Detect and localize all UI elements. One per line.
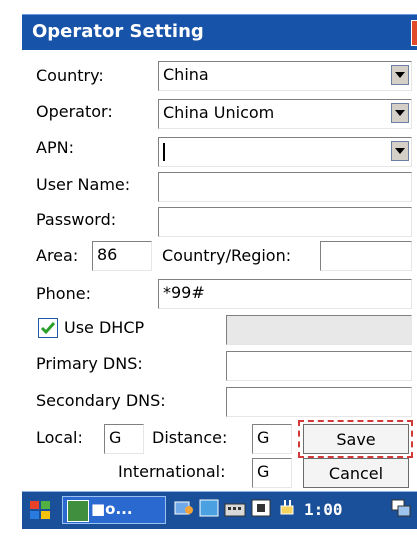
distance-input[interactable]: G: [252, 424, 292, 454]
start-button[interactable]: [26, 496, 56, 524]
use-dhcp-checkbox[interactable]: [38, 318, 58, 338]
operator-label: Operator:: [36, 102, 113, 121]
username-label: User Name:: [36, 175, 131, 194]
primary-dns-input[interactable]: [226, 351, 412, 381]
app-icon: [67, 500, 89, 522]
connection-icon[interactable]: [198, 496, 220, 524]
chevron-down-icon[interactable]: [391, 141, 409, 161]
international-label: International:: [118, 462, 226, 481]
close-button[interactable]: ✕: [411, 20, 417, 46]
taskbar-app-button[interactable]: ■o...: [62, 496, 166, 524]
local-label: Local:: [36, 428, 83, 447]
apn-dropdown[interactable]: [158, 137, 412, 167]
use-dhcp-label: Use DHCP: [64, 318, 145, 337]
settings-form: Country: China Operator: China Unicom AP…: [22, 50, 417, 458]
input-method-icon[interactable]: [250, 496, 272, 524]
area-label: Area:: [36, 246, 79, 265]
international-input[interactable]: G: [252, 458, 292, 488]
apn-label: APN:: [36, 138, 74, 157]
country-label: Country:: [36, 66, 104, 85]
network-icon[interactable]: [172, 496, 196, 524]
taskbar: ■o... 1:00: [22, 491, 417, 529]
phone-input[interactable]: *99#: [158, 279, 412, 309]
password-label: Password:: [36, 210, 117, 229]
country-region-label: Country/Region:: [162, 246, 292, 265]
secondary-dns-label: Secondary DNS:: [36, 391, 166, 410]
clock-time[interactable]: 1:00: [304, 500, 343, 519]
title-bar-strip: Operator Setting ✕: [22, 14, 417, 50]
window-title: Operator Setting: [32, 21, 204, 42]
phone-label: Phone:: [36, 284, 91, 303]
checkmark-icon: [40, 322, 56, 335]
primary-dns-label: Primary DNS:: [36, 354, 143, 373]
operator-value: China Unicom: [163, 103, 275, 122]
country-dropdown[interactable]: China: [158, 61, 412, 91]
area-input[interactable]: 86: [92, 241, 152, 271]
taskbar-app-label: ■o...: [91, 500, 133, 518]
cancel-button[interactable]: Cancel: [303, 458, 409, 488]
dhcp-field: [226, 315, 412, 345]
distance-label: Distance:: [152, 428, 228, 447]
secondary-dns-input[interactable]: [226, 387, 412, 417]
window-switch-icon[interactable]: [390, 496, 414, 524]
local-input[interactable]: G: [104, 424, 144, 454]
chevron-down-icon[interactable]: [391, 65, 409, 85]
username-input[interactable]: [158, 172, 412, 202]
operator-dropdown[interactable]: China Unicom: [158, 99, 412, 129]
power-plug-icon[interactable]: [276, 496, 300, 524]
country-region-input[interactable]: [320, 241, 412, 271]
save-button[interactable]: Save: [303, 424, 409, 454]
country-value: China: [163, 65, 209, 84]
password-input[interactable]: [158, 207, 412, 237]
chevron-down-icon[interactable]: [391, 103, 409, 123]
windows-logo-icon: [30, 501, 50, 519]
keyboard-icon[interactable]: [224, 496, 246, 524]
text-cursor: [163, 142, 165, 161]
